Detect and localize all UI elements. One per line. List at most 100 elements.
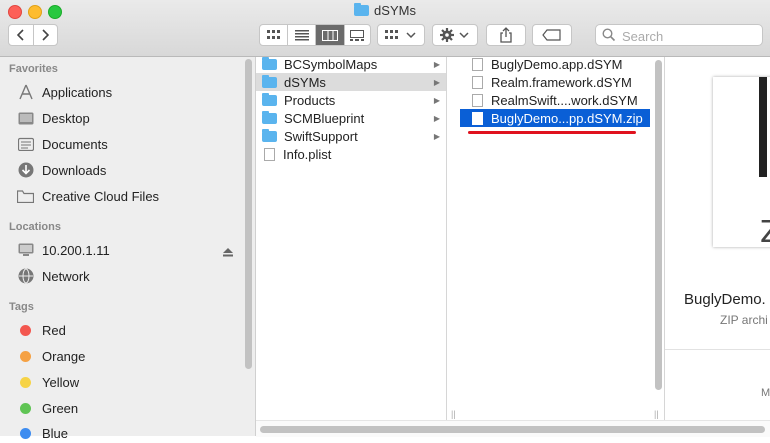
share-button[interactable] [486, 24, 526, 46]
sidebar-item-desktop[interactable]: Desktop [16, 108, 90, 128]
network-icon [16, 268, 35, 284]
column-scrollbar[interactable] [655, 60, 662, 390]
toolbar: dSYMs [0, 0, 770, 57]
orange-tag-dot-icon [20, 350, 31, 362]
more-button[interactable]: M [761, 387, 770, 399]
list-item[interactable]: Realm.framework.dSYM [460, 73, 650, 91]
list-item[interactable]: SwiftSupport ▶ [256, 127, 446, 145]
folder-icon [262, 110, 277, 124]
gear-icon [440, 28, 454, 42]
sidebar-tag-orange[interactable]: Orange [16, 346, 85, 366]
search-icon [602, 28, 616, 42]
dsym-file-icon [472, 93, 483, 107]
search-input[interactable] [620, 27, 760, 45]
zipper-icon [759, 77, 767, 177]
eject-icon[interactable] [223, 245, 233, 260]
chevron-down-icon [459, 32, 469, 39]
horizontal-scrollbar[interactable] [260, 426, 765, 433]
locations-header: Locations [9, 221, 61, 233]
sidebar-tag-blue[interactable]: Blue [16, 423, 68, 443]
disclosure-arrow-icon: ▶ [433, 77, 440, 87]
disclosure-arrow-icon: ▶ [433, 113, 440, 123]
zip-preview-thumbnail: Z [713, 77, 770, 250]
documents-icon [16, 136, 35, 152]
tags-header: Tags [9, 301, 34, 313]
grid-icon [266, 30, 280, 39]
columns-icon [322, 29, 339, 41]
edit-tags-button[interactable] [532, 24, 572, 46]
column-resize-handle[interactable]: || [451, 409, 456, 419]
group-by-button[interactable] [377, 24, 425, 46]
folder-icon [262, 56, 277, 70]
list-icon [294, 29, 309, 40]
sidebar-tag-red[interactable]: Red [16, 320, 66, 340]
share-icon [500, 27, 512, 43]
navigation-buttons [8, 24, 58, 46]
disclosure-arrow-icon: ▶ [433, 131, 440, 141]
forward-button[interactable] [34, 25, 58, 45]
sidebar-item-network[interactable]: Network [16, 266, 90, 286]
list-item-selected[interactable]: dSYMs ▶ [256, 73, 446, 91]
list-item[interactable]: RealmSwift....work.dSYM [460, 91, 650, 109]
red-tag-dot-icon [20, 324, 31, 336]
red-underline-annotation [468, 131, 636, 134]
column-resize-handle[interactable]: || [654, 409, 659, 419]
list-view-button[interactable] [288, 25, 317, 45]
sidebar-item-creative-cloud-files[interactable]: Creative Cloud Files [16, 186, 159, 206]
search-field[interactable] [595, 24, 763, 46]
list-item[interactable]: BCSymbolMaps ▶ [256, 55, 446, 73]
blue-tag-dot-icon [20, 427, 31, 439]
folder-icon [354, 3, 370, 16]
computer-icon [16, 242, 35, 258]
sidebar-item-server[interactable]: 10.200.1.11 [16, 240, 110, 260]
zip-file-icon [472, 111, 483, 125]
sidebar-tag-green[interactable]: Green [16, 398, 78, 418]
chevron-left-icon [16, 29, 24, 41]
sidebar-item-downloads[interactable]: Downloads [16, 160, 106, 180]
gallery-icon [350, 29, 365, 41]
grid-icon [385, 30, 398, 39]
action-menu-button[interactable] [432, 24, 478, 46]
plist-file-icon [264, 147, 275, 161]
chevron-right-icon [42, 29, 50, 41]
column-divider [446, 57, 447, 436]
sidebar-scrollbar[interactable] [245, 59, 252, 369]
list-item[interactable]: Info.plist [256, 145, 446, 163]
folder-outline-icon [16, 188, 35, 204]
applications-icon [16, 84, 35, 100]
back-button[interactable] [9, 25, 34, 45]
green-tag-dot-icon [20, 402, 31, 414]
view-mode-control [259, 24, 371, 46]
list-item[interactable]: Products ▶ [256, 91, 446, 109]
preview-file-name: BuglyDemo. [684, 291, 766, 308]
desktop-icon [16, 110, 35, 126]
dsym-file-icon [472, 75, 483, 89]
chevron-down-icon [406, 32, 416, 39]
folder-icon [262, 92, 277, 106]
preview-file-kind: ZIP archi [720, 313, 768, 327]
column-2: BuglyDemo.app.dSYM Realm.framework.dSYM … [460, 55, 659, 436]
tag-icon [542, 29, 561, 41]
column-1: BCSymbolMaps ▶ dSYMs ▶ Products ▶ SCMBlu… [256, 55, 456, 436]
download-icon [16, 162, 35, 178]
disclosure-arrow-icon: ▶ [433, 59, 440, 69]
disclosure-arrow-icon: ▶ [433, 95, 440, 105]
gallery-view-button[interactable] [345, 25, 370, 45]
list-item-selected[interactable]: BuglyDemo...pp.dSYM.zip [460, 109, 650, 127]
folder-icon [262, 74, 277, 88]
dsym-file-icon [472, 57, 483, 71]
folder-icon [262, 128, 277, 142]
list-item[interactable]: BuglyDemo.app.dSYM [460, 55, 650, 73]
yellow-tag-dot-icon [20, 376, 31, 388]
preview-divider [665, 349, 770, 350]
sidebar-tag-yellow[interactable]: Yellow [16, 372, 79, 392]
sidebar-item-applications[interactable]: Applications [16, 82, 112, 102]
icon-view-button[interactable] [260, 25, 289, 45]
preview-pane: Z BuglyDemo. ZIP archi M [665, 57, 770, 436]
list-item[interactable]: SCMBlueprint ▶ [256, 109, 446, 127]
sidebar: Favorites Applications Desktop Documents… [0, 57, 256, 441]
sidebar-item-documents[interactable]: Documents [16, 134, 108, 154]
favorites-header: Favorites [9, 63, 58, 75]
column-view-button[interactable] [316, 25, 345, 45]
window-title: dSYMs [0, 3, 770, 18]
